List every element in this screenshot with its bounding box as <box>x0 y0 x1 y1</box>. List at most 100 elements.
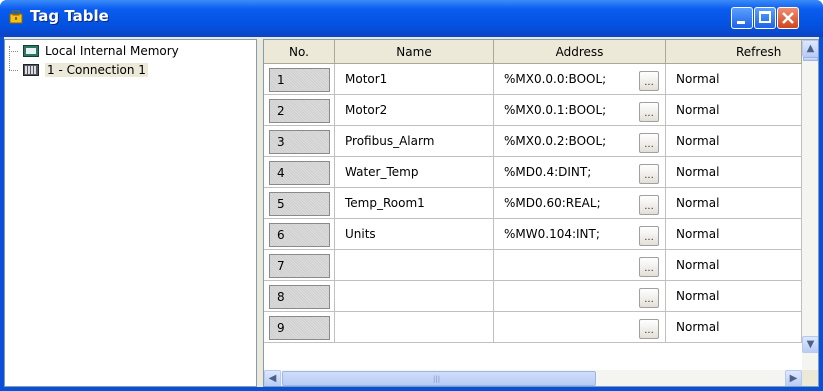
horizontal-scrollbar[interactable]: ◀ ||| ▶ <box>264 370 802 386</box>
row-number-button[interactable]: 7 <box>269 254 330 278</box>
table-row[interactable]: 2 Motor2 %MX0.0.1:BOOL;... Normal <box>264 95 802 126</box>
name-cell[interactable]: Profibus_Alarm <box>335 126 494 157</box>
scroll-right-button[interactable]: ▶ <box>785 370 802 386</box>
row-number-cell: 3 <box>264 126 335 157</box>
browse-address-button[interactable]: ... <box>639 319 659 339</box>
name-cell[interactable] <box>335 281 494 312</box>
column-header-refresh[interactable]: Refresh <box>666 40 802 64</box>
name-cell[interactable] <box>335 250 494 281</box>
address-value: %MX0.0.2:BOOL; <box>504 134 607 148</box>
tag-grid: No. Name Address Refresh 1 Motor1 %MX0.0.0… <box>263 39 819 387</box>
table-row[interactable]: 7... Normal <box>264 250 802 281</box>
browse-address-button[interactable]: ... <box>639 226 659 246</box>
horizontal-scroll-thumb[interactable]: ||| <box>282 371 596 386</box>
refresh-cell[interactable]: Normal <box>666 157 802 188</box>
refresh-cell[interactable]: Normal <box>666 250 802 281</box>
refresh-cell[interactable]: Normal <box>666 64 802 95</box>
browse-address-button[interactable]: ... <box>639 195 659 215</box>
address-cell[interactable]: ... <box>494 312 666 343</box>
browse-address-button[interactable]: ... <box>639 257 659 277</box>
table-row[interactable]: 4 Water_Temp %MD0.4:DINT;... Normal <box>264 157 802 188</box>
address-cell[interactable]: %MW0.104:INT;... <box>494 219 666 250</box>
name-cell[interactable] <box>335 312 494 343</box>
browse-address-button[interactable]: ... <box>639 102 659 122</box>
row-number-cell: 8 <box>264 281 335 312</box>
connection-icon <box>23 64 39 76</box>
row-number-button[interactable]: 5 <box>269 192 330 216</box>
scroll-left-button[interactable]: ◀ <box>264 370 281 386</box>
table-row[interactable]: 5 Temp_Room1 %MD0.60:REAL;... Normal <box>264 188 802 219</box>
address-cell[interactable]: %MD0.60:REAL;... <box>494 188 666 219</box>
browse-address-button[interactable]: ... <box>639 133 659 153</box>
tag-table-icon <box>9 10 23 24</box>
table-row[interactable]: 9... Normal <box>264 312 802 343</box>
row-number-cell: 2 <box>264 95 335 126</box>
tree-line <box>9 51 18 52</box>
address-cell[interactable]: %MX0.0.0:BOOL;... <box>494 64 666 95</box>
minimize-button[interactable] <box>731 7 753 29</box>
address-value: %MW0.104:INT; <box>504 227 600 241</box>
address-value: %MD0.60:REAL; <box>504 196 601 210</box>
table-row[interactable]: 6 Units %MW0.104:INT;... Normal <box>264 219 802 250</box>
column-header-no[interactable]: No. <box>264 40 335 64</box>
maximize-button[interactable] <box>754 7 776 29</box>
row-number-cell: 6 <box>264 219 335 250</box>
address-cell[interactable]: %MX0.0.1:BOOL;... <box>494 95 666 126</box>
address-value: %MX0.0.0:BOOL; <box>504 72 607 86</box>
row-number-cell: 1 <box>264 64 335 95</box>
tree-item-label: Local Internal Memory <box>45 44 179 58</box>
address-cell[interactable]: ... <box>494 250 666 281</box>
minimize-icon <box>737 21 745 24</box>
window-title: Tag Table <box>30 7 109 25</box>
row-number-cell: 9 <box>264 312 335 343</box>
row-number-button[interactable]: 4 <box>269 161 330 185</box>
row-number-button[interactable]: 6 <box>269 223 330 247</box>
memory-icon <box>23 45 39 57</box>
row-number-cell: 7 <box>264 250 335 281</box>
title-bar[interactable]: Tag Table <box>0 0 823 37</box>
table-row[interactable]: 3 Profibus_Alarm %MX0.0.2:BOOL;... Normal <box>264 126 802 157</box>
address-cell[interactable]: ... <box>494 281 666 312</box>
row-number-button[interactable]: 2 <box>269 99 330 123</box>
close-button[interactable] <box>777 7 799 29</box>
maximize-icon <box>759 11 771 23</box>
row-number-button[interactable]: 9 <box>269 316 330 340</box>
tree-line <box>9 46 19 70</box>
browse-address-button[interactable]: ... <box>639 71 659 91</box>
name-cell[interactable]: Motor2 <box>335 95 494 126</box>
name-cell[interactable]: Temp_Room1 <box>335 188 494 219</box>
refresh-cell[interactable]: Normal <box>666 188 802 219</box>
row-number-button[interactable]: 1 <box>269 68 330 92</box>
browse-address-button[interactable]: ... <box>639 164 659 184</box>
refresh-cell[interactable]: Normal <box>666 219 802 250</box>
refresh-cell[interactable]: Normal <box>666 95 802 126</box>
name-cell[interactable]: Units <box>335 219 494 250</box>
browse-address-button[interactable]: ... <box>639 288 659 308</box>
row-number-button[interactable]: 3 <box>269 130 330 154</box>
tree-item-label: 1 - Connection 1 <box>45 63 148 77</box>
column-header-address[interactable]: Address <box>494 40 666 64</box>
refresh-cell[interactable]: Normal <box>666 126 802 157</box>
close-icon <box>782 12 794 24</box>
grip-icon: ||| <box>433 375 441 383</box>
scroll-down-button[interactable]: ▼ <box>802 336 818 353</box>
refresh-cell[interactable]: Normal <box>666 281 802 312</box>
table-row[interactable]: 8... Normal <box>264 281 802 312</box>
address-cell[interactable]: %MX0.0.2:BOOL;... <box>494 126 666 157</box>
address-cell[interactable]: %MD0.4:DINT;... <box>494 157 666 188</box>
size-grip[interactable] <box>802 370 818 386</box>
chevron-down-icon: ▼ <box>806 339 815 350</box>
vertical-scrollbar[interactable]: ▲ ▼ <box>802 40 818 370</box>
scroll-up-button[interactable]: ▲ <box>802 40 818 57</box>
name-cell[interactable]: Motor1 <box>335 64 494 95</box>
address-value: %MX0.0.1:BOOL; <box>504 103 607 117</box>
connection-tree[interactable]: Local Internal Memory 1 - Connection 1 <box>4 39 257 387</box>
name-cell[interactable]: Water_Temp <box>335 157 494 188</box>
table-row[interactable]: 1 Motor1 %MX0.0.0:BOOL;... Normal <box>264 64 802 95</box>
refresh-cell[interactable]: Normal <box>666 312 802 343</box>
column-header-name[interactable]: Name <box>335 40 494 64</box>
vertical-scroll-thumb[interactable] <box>803 57 818 61</box>
row-number-button[interactable]: 8 <box>269 285 330 309</box>
row-number-cell: 5 <box>264 188 335 219</box>
tag-table-window: Tag Table Local Internal Memory 1 - Conn… <box>0 0 823 391</box>
